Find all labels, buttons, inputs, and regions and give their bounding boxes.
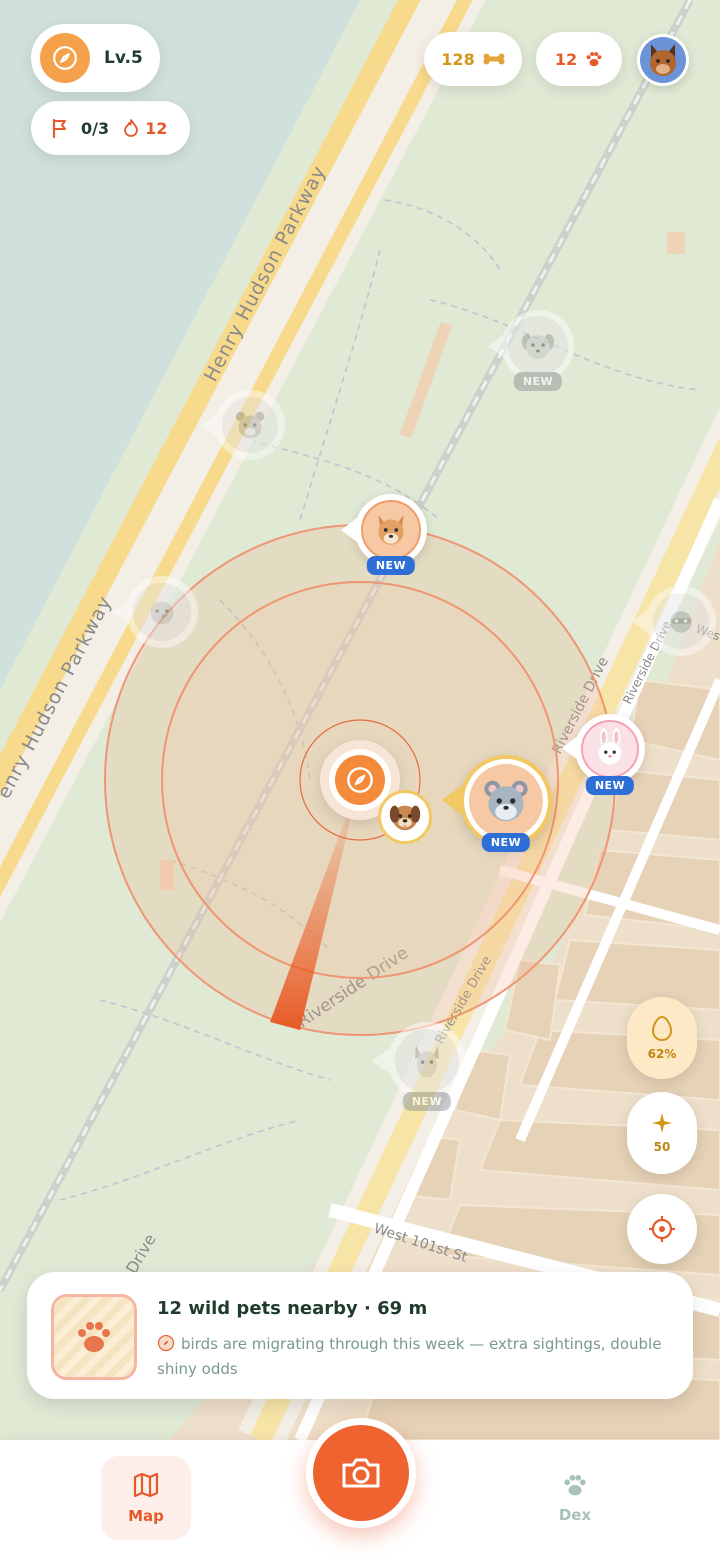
bones-count: 128 (441, 49, 475, 69)
wild-pet-bird-faded[interactable] (112, 576, 198, 648)
paw-tile (51, 1294, 137, 1380)
new-badge: NEW (513, 372, 563, 391)
avatar (650, 44, 676, 76)
camera-icon (342, 1458, 380, 1488)
bones-counter[interactable]: 128 (424, 32, 522, 86)
new-badge: NEW (366, 556, 416, 575)
profile-avatar[interactable] (637, 34, 689, 86)
map-icon (133, 1472, 159, 1498)
streak-count: 12 (145, 118, 168, 138)
event-line: birds are migrating through this week — … (157, 1332, 667, 1382)
new-badge: NEW (402, 1092, 452, 1111)
companion-pet[interactable] (378, 790, 432, 844)
nav-map-label: Map (128, 1507, 164, 1525)
dog-icon (389, 805, 421, 831)
wild-pet-raccoon-faded[interactable] (632, 586, 716, 656)
goat-icon (414, 1045, 440, 1078)
bunny-icon (597, 728, 623, 766)
bone-icon (483, 53, 505, 65)
level-badge[interactable]: Lv.5 (31, 24, 160, 92)
egg-icon (651, 1015, 673, 1041)
flag-icon (52, 118, 66, 138)
compass-icon (347, 767, 373, 793)
sparkle-button[interactable]: 50 (627, 1092, 697, 1174)
wild-pet-hamster[interactable]: NEW (442, 755, 552, 852)
bear-icon (235, 411, 265, 439)
paw-icon (586, 52, 602, 67)
nav-map[interactable]: Map (101, 1456, 191, 1540)
nav-dex[interactable]: Dex (530, 1456, 620, 1540)
wild-pet-goat-faded[interactable]: NEW (372, 1022, 466, 1111)
wild-pet-bear-faded[interactable] (201, 390, 285, 460)
quest-count: 0/3 (81, 118, 110, 138)
raccoon-icon (670, 611, 692, 633)
nearby-title: 12 wild pets nearby · 69 m (157, 1298, 428, 1319)
star-count: 50 (653, 1140, 671, 1154)
wild-pet-puppy-faded[interactable]: NEW (488, 310, 574, 391)
compass-icon (53, 46, 77, 70)
hamster-icon (484, 780, 528, 822)
camera-button[interactable] (306, 1418, 416, 1528)
wild-pet-fox[interactable]: NEW (341, 494, 427, 575)
paw-icon (564, 1474, 586, 1496)
recenter-button[interactable] (627, 1194, 697, 1264)
bird-icon (150, 601, 174, 625)
compass-icon (157, 1334, 175, 1352)
paws-counter[interactable]: 12 (536, 32, 622, 86)
flame-icon (124, 119, 139, 137)
paws-count: 12 (554, 49, 578, 69)
nav-dex-label: Dex (558, 1506, 592, 1524)
quest-streak-badge[interactable]: 0/3 12 (31, 101, 190, 155)
level-text: Lv.5 (104, 48, 143, 68)
sparkle-icon (652, 1113, 672, 1133)
crosshair-icon (649, 1216, 675, 1242)
event-text: birds are migrating through this week — … (157, 1335, 662, 1378)
egg-progress: 62% (647, 1047, 677, 1061)
wild-pet-bunny[interactable]: NEW (562, 714, 645, 795)
new-badge: NEW (481, 833, 531, 852)
new-badge: NEW (585, 776, 635, 795)
nearby-info-card[interactable]: 12 wild pets nearby · 69 m birds are mig… (27, 1272, 693, 1399)
puppy-icon (522, 334, 554, 359)
fox-icon (378, 515, 404, 545)
egg-incubator-button[interactable]: 62% (627, 997, 697, 1079)
